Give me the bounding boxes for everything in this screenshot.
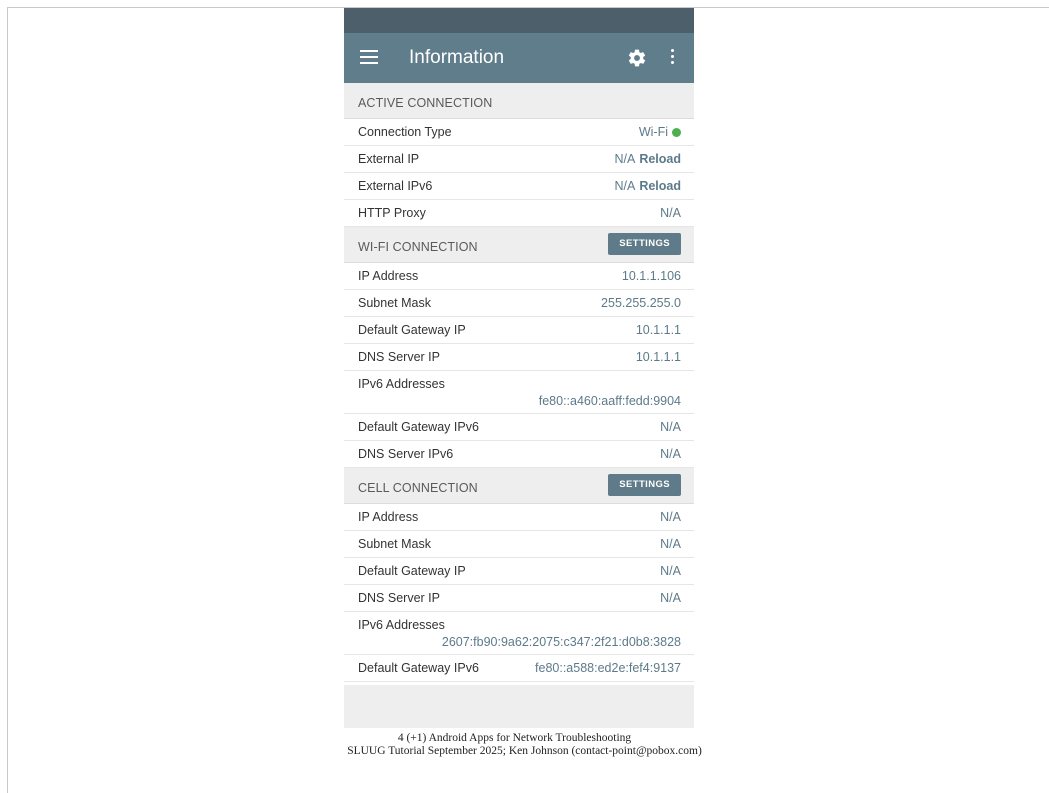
status-bar	[344, 8, 694, 33]
row-wifi-gateway: Default Gateway IP 10.1.1.1	[344, 317, 694, 344]
slide-border	[7, 7, 8, 793]
row-label: IPv6 Addresses	[358, 618, 445, 632]
row-value: N/A	[660, 206, 681, 220]
row-value: 10.1.1.1	[635, 323, 681, 337]
row-label: Connection Type	[358, 125, 452, 139]
hamburger-menu-icon[interactable]	[360, 50, 378, 64]
row-value: fe80::a588:ed2e:fef4:9137	[535, 661, 681, 675]
connected-status-dot-icon	[672, 128, 681, 137]
reload-link[interactable]: Reload	[639, 152, 681, 166]
row-label: IP Address	[358, 510, 419, 524]
row-wifi-ip: IP Address 10.1.1.106	[344, 263, 694, 290]
row-http-proxy: HTTP Proxy N/A	[344, 200, 694, 227]
row-cell-dns: DNS Server IP N/A	[344, 585, 694, 612]
phone-screen: Information ACTIVE CONNECTION Connection…	[344, 8, 694, 728]
row-label: IP Address	[358, 269, 419, 283]
row-label: External IP	[358, 152, 420, 166]
row-wifi-gateway-ipv6: Default Gateway IPv6 N/A	[344, 414, 694, 441]
row-label: DNS Server IP	[358, 591, 440, 605]
row-wifi-subnet: Subnet Mask 255.255.255.0	[344, 290, 694, 317]
more-vert-icon[interactable]	[671, 49, 675, 67]
row-wifi-dns-ipv6: DNS Server IPv6 N/A	[344, 441, 694, 468]
row-cell-gateway-ipv6: Default Gateway IPv6 fe80::a588:ed2e:fef…	[344, 655, 694, 682]
row-label: Subnet Mask	[358, 537, 431, 551]
row-wifi-ipv6: IPv6 Addresses fe80::a460:aaff:fedd:9904	[344, 371, 694, 414]
row-value: N/A	[660, 537, 681, 551]
row-value: 10.1.1.106	[621, 269, 681, 283]
row-value: 10.1.1.1	[635, 350, 681, 364]
row-wifi-dns: DNS Server IP 10.1.1.1	[344, 344, 694, 371]
row-value: 2607:fb90:9a62:2075:c347:2f21:d0b8:3828	[441, 635, 681, 649]
row-cell-gateway: Default Gateway IP N/A	[344, 558, 694, 585]
section-header-cell: CELL CONNECTION SETTINGS	[344, 468, 694, 504]
wifi-settings-button[interactable]: SETTINGS	[608, 233, 681, 255]
row-label: HTTP Proxy	[358, 206, 426, 220]
cell-settings-button[interactable]: SETTINGS	[608, 474, 681, 496]
reload-link[interactable]: Reload	[639, 179, 681, 193]
row-value: N/A	[660, 591, 681, 605]
row-label: DNS Server IP	[358, 350, 440, 364]
row-cell-subnet: Subnet Mask N/A	[344, 531, 694, 558]
info-list: ACTIVE CONNECTION Connection Type Wi-Fi …	[344, 83, 694, 682]
page-title: Information	[409, 47, 505, 68]
row-value: N/A	[614, 152, 636, 166]
section-title: ACTIVE CONNECTION	[358, 96, 493, 110]
row-external-ip: External IP N/A Reload	[344, 146, 694, 173]
row-label: DNS Server IPv6	[358, 447, 454, 461]
slide-caption-title: 4 (+1) Android Apps for Network Troubles…	[397, 732, 632, 744]
row-label: External IPv6	[358, 179, 433, 193]
row-label: Subnet Mask	[358, 296, 431, 310]
row-value: N/A	[660, 447, 681, 461]
row-value: N/A	[660, 564, 681, 578]
row-label: Default Gateway IPv6	[358, 420, 479, 434]
section-header-active: ACTIVE CONNECTION	[344, 83, 694, 119]
bottom-spacer	[344, 685, 694, 728]
app-bar: Information	[344, 33, 694, 83]
row-label: Default Gateway IP	[358, 564, 466, 578]
row-connection-type: Connection Type Wi-Fi	[344, 119, 694, 146]
row-value: N/A	[660, 420, 681, 434]
row-cell-ip: IP Address N/A	[344, 504, 694, 531]
row-value: Wi-Fi	[638, 125, 668, 139]
section-title: WI-FI CONNECTION	[358, 240, 478, 254]
row-value: N/A	[614, 179, 636, 193]
row-label: IPv6 Addresses	[358, 377, 445, 391]
row-external-ipv6: External IPv6 N/A Reload	[344, 173, 694, 200]
row-label: Default Gateway IP	[358, 323, 466, 337]
gear-icon[interactable]	[627, 48, 647, 68]
row-value: fe80::a460:aaff:fedd:9904	[538, 394, 681, 408]
row-cell-ipv6: IPv6 Addresses 2607:fb90:9a62:2075:c347:…	[344, 612, 694, 655]
row-value: N/A	[660, 510, 681, 524]
row-value: 255.255.255.0	[601, 296, 681, 310]
slide-caption-footer: SLUUG Tutorial September 2025; Ken Johns…	[347, 745, 702, 757]
section-title: CELL CONNECTION	[358, 481, 478, 495]
row-label: Default Gateway IPv6	[358, 661, 479, 675]
section-header-wifi: WI-FI CONNECTION SETTINGS	[344, 227, 694, 263]
